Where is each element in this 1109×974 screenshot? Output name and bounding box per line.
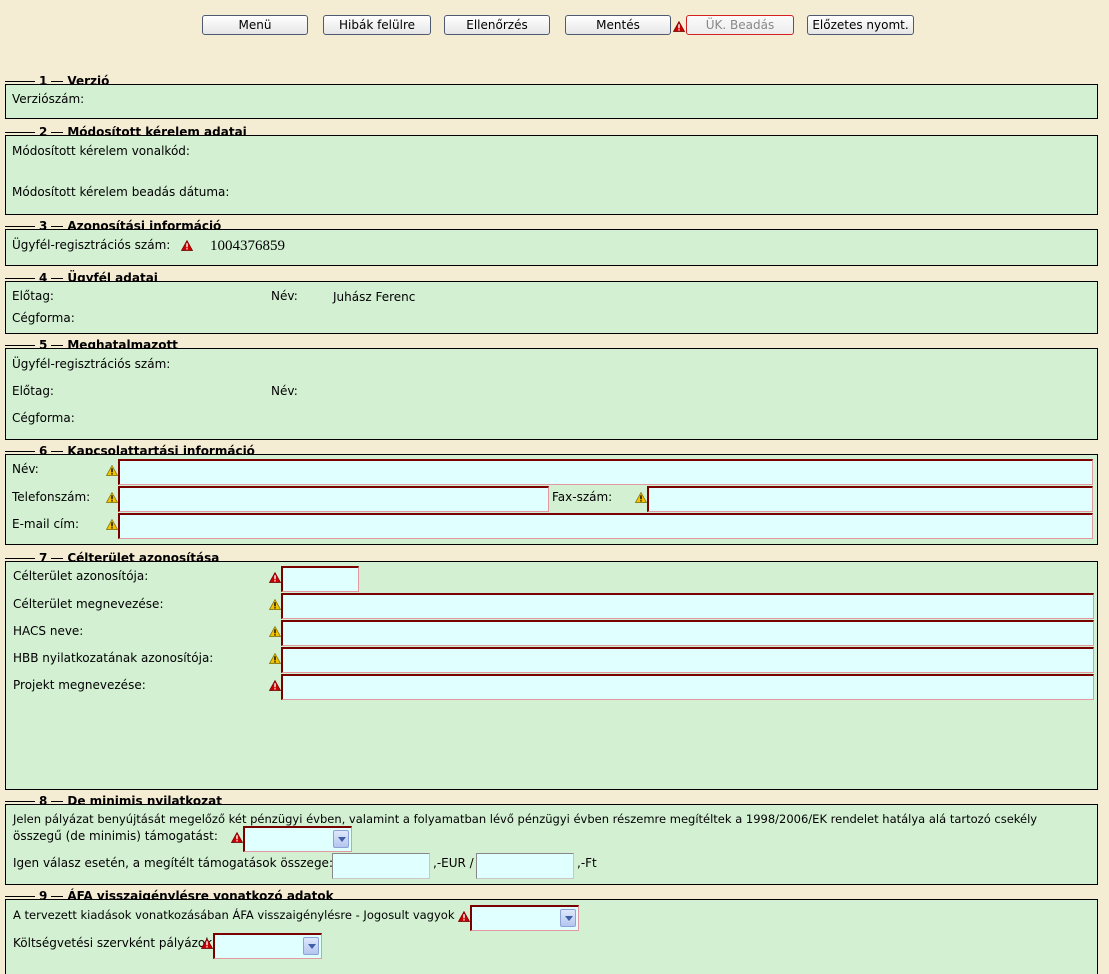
modified-barcode-label: Módosított kérelem vonalkód:	[12, 144, 190, 158]
check-button[interactable]: Ellenőrzés	[444, 15, 550, 35]
warning-yellow-icon	[106, 465, 118, 476]
warning-red-icon	[181, 240, 193, 251]
area-name-input[interactable]	[281, 593, 1094, 619]
section-identification: Ügyfél-regisztrációs szám: 1004376859	[5, 229, 1098, 266]
auth-name-label: Név:	[271, 384, 298, 398]
eur-suffix: ,-EUR /	[433, 856, 474, 870]
auth-company-form-label: Cégforma:	[12, 411, 75, 425]
client-reg-value: 1004376859	[210, 238, 285, 254]
de-minimis-text: Jelen pályázat benyújtását megelőző két …	[13, 812, 1038, 826]
warning-red-icon	[231, 832, 243, 843]
vat-select[interactable]	[470, 905, 579, 931]
contact-name-input[interactable]	[118, 459, 1093, 485]
phone-label: Telefonszám:	[12, 490, 91, 504]
warning-yellow-icon	[269, 599, 281, 610]
contact-name-label: Név:	[12, 462, 39, 476]
section-version: Verziószám:	[5, 84, 1098, 119]
area-id-input[interactable]	[281, 566, 359, 592]
submit-warning-icon	[673, 21, 685, 32]
submit-button[interactable]: ÜK. Beadás	[686, 15, 794, 35]
warning-yellow-icon	[269, 653, 281, 664]
warning-yellow-icon	[106, 492, 118, 503]
errors-top-button[interactable]: Hibák felülre	[323, 15, 431, 35]
section-vat: A tervezett kiadások vonatkozásában ÁFA …	[5, 899, 1098, 974]
client-reg-label: Ügyfél-regisztrációs szám:	[12, 238, 171, 252]
section-target-area: Célterület azonosítója: Célterület megne…	[5, 561, 1098, 790]
email-input[interactable]	[118, 513, 1093, 539]
company-form-label: Cégforma:	[12, 311, 75, 325]
hacs-input[interactable]	[281, 620, 1094, 646]
budget-label: Költségvetési szervként pályázok	[13, 936, 213, 950]
chevron-down-icon[interactable]	[333, 830, 349, 848]
hbb-label: HBB nyilatkozatának azonosítója:	[13, 651, 214, 665]
fax-input[interactable]	[647, 486, 1093, 512]
warning-red-icon	[201, 938, 213, 949]
auth-prefix-label: Előtag:	[12, 384, 54, 398]
hbb-input[interactable]	[281, 647, 1094, 673]
ft-suffix: ,-Ft	[577, 856, 597, 870]
section-authorized-person: Ügyfél-regisztrációs szám: Előtag: Név: …	[5, 348, 1098, 440]
name-value: Juhász Ferenc	[333, 290, 416, 304]
preview-print-button[interactable]: Előzetes nyomt.	[807, 15, 914, 35]
chevron-down-icon[interactable]	[303, 937, 319, 955]
modified-date-label: Módosított kérelem beadás dátuma:	[12, 185, 230, 199]
area-name-label: Célterület megnevezése:	[13, 597, 164, 611]
project-input[interactable]	[281, 674, 1094, 700]
section-de-minimis: Jelen pályázat benyújtását megelőző két …	[5, 804, 1098, 885]
email-label: E-mail cím:	[12, 517, 80, 531]
prefix-label: Előtag:	[12, 289, 54, 303]
warning-red-icon	[269, 680, 281, 691]
phone-input[interactable]	[118, 486, 549, 512]
warning-red-icon	[458, 911, 470, 922]
warning-red-icon	[269, 572, 281, 583]
save-button[interactable]: Mentés	[565, 15, 671, 35]
amount-label: Igen válasz esetén, a megítélt támogatás…	[13, 856, 333, 870]
amount-ft-input[interactable]	[476, 853, 574, 879]
amount-eur-input[interactable]	[332, 853, 430, 879]
de-minimis-question: összegű (de minimis) támogatást:	[13, 829, 218, 843]
chevron-down-icon[interactable]	[560, 909, 576, 927]
warning-yellow-icon	[269, 626, 281, 637]
section-modified-request: Módosított kérelem vonalkód: Módosított …	[5, 135, 1098, 215]
budget-select[interactable]	[213, 933, 322, 959]
area-id-label: Célterület azonosítója:	[13, 569, 149, 583]
version-label: Verziószám:	[12, 92, 85, 106]
warning-yellow-icon	[106, 519, 118, 530]
name-label: Név:	[271, 289, 298, 303]
menu-button[interactable]: Menü	[202, 15, 308, 35]
vat-label: A tervezett kiadások vonatkozásában ÁFA …	[13, 908, 455, 922]
hacs-label: HACS neve:	[13, 624, 84, 638]
project-label: Projekt megnevezése:	[13, 678, 146, 692]
fax-label: Fax-szám:	[552, 490, 613, 504]
auth-client-reg-label: Ügyfél-regisztrációs szám:	[12, 357, 171, 371]
section-contact-info: Név: Telefonszám: Fax-szám: E-mail cím:	[5, 454, 1098, 545]
de-minimis-select[interactable]	[243, 826, 352, 852]
section-client-data: Előtag: Név: Juhász Ferenc Cégforma:	[5, 281, 1098, 334]
warning-yellow-icon	[635, 492, 647, 503]
